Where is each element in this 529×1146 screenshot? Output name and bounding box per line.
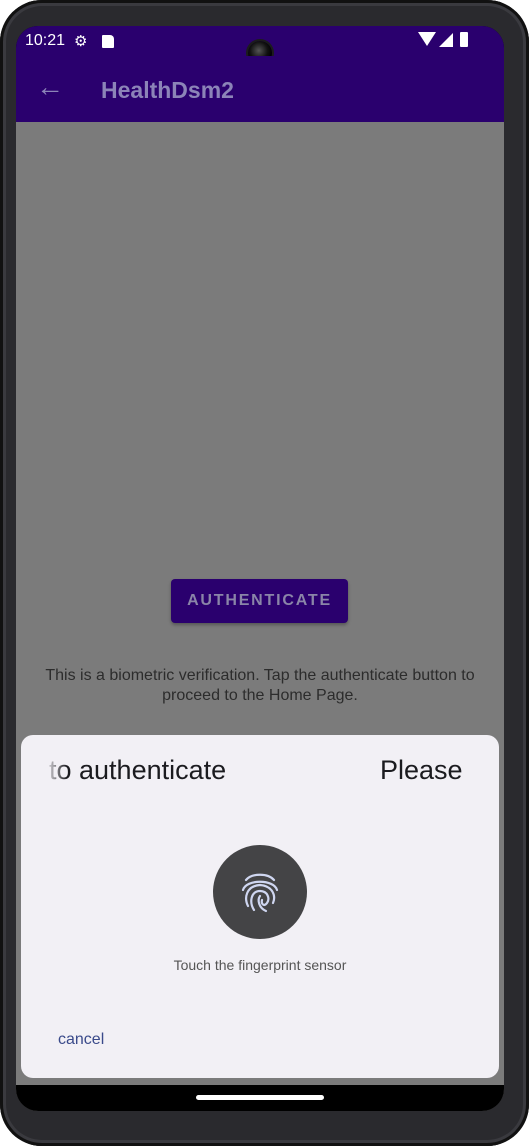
arrow-left-icon[interactable]: ←	[36, 72, 64, 102]
fingerprint-sensor[interactable]	[213, 845, 307, 939]
dialog-title-part-1: to authenticate	[49, 755, 227, 785]
biometric-dialog: to authenticate Please Touch the fingerp…	[21, 735, 499, 1078]
status-time: 10:21	[25, 32, 66, 49]
authenticate-button[interactable]: AUTHENTICATE	[171, 579, 348, 623]
app-bar: ← HealthDsm2	[16, 56, 504, 122]
battery-icon	[460, 32, 468, 47]
settings-gear-icon: ⚙	[74, 33, 88, 50]
title-fade	[45, 751, 67, 791]
wifi-icon	[418, 32, 436, 46]
info-text: This is a biometric verification. Tap th…	[45, 667, 475, 704]
fingerprint-caption: Touch the fingerprint sensor	[173, 957, 347, 973]
sd-card-icon	[102, 35, 114, 48]
cell-signal-icon	[439, 33, 453, 47]
cancel-button[interactable]: cancel	[58, 1031, 104, 1049]
phone-screen: 10:21 ⚙ ← HealthDsm2 AUTHENTICATE This i…	[16, 26, 504, 1111]
home-gesture-handle[interactable]	[196, 1095, 324, 1100]
dialog-title-part-2: Please	[380, 755, 463, 785]
fingerprint-icon	[241, 873, 279, 913]
navigation-bar	[16, 1085, 504, 1111]
app-title: HealthDsm2	[101, 77, 234, 103]
